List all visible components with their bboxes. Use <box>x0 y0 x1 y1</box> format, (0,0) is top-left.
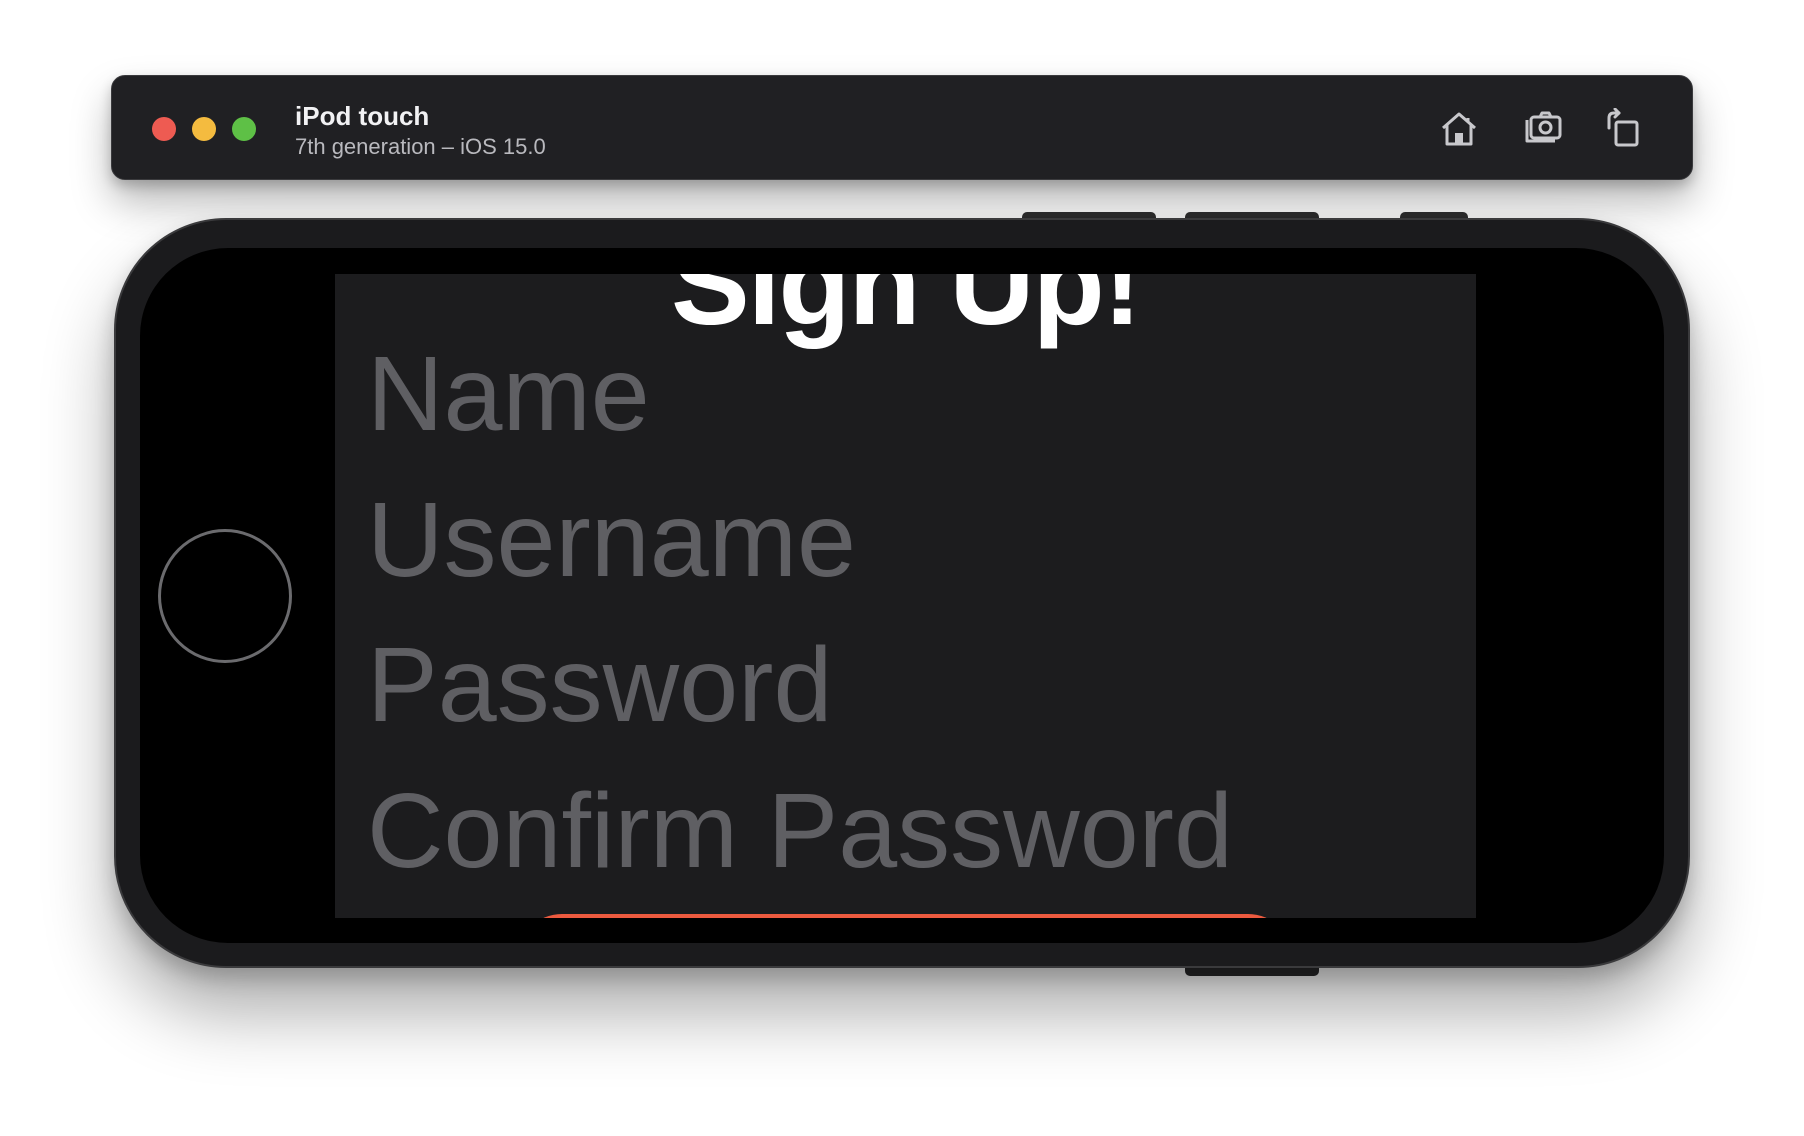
password-field[interactable] <box>367 625 1447 745</box>
username-field[interactable] <box>367 480 1447 600</box>
close-window-button[interactable] <box>152 117 176 141</box>
sign-up-button[interactable] <box>517 914 1293 918</box>
confirm-password-field[interactable] <box>367 771 1447 891</box>
device-home-button[interactable] <box>158 529 292 663</box>
device-name: iPod touch <box>295 101 430 131</box>
rotate-icon[interactable] <box>1599 106 1645 152</box>
zoom-window-button[interactable] <box>232 117 256 141</box>
home-icon[interactable] <box>1436 106 1482 152</box>
minimize-window-button[interactable] <box>192 117 216 141</box>
name-field[interactable] <box>367 334 1447 454</box>
simulator-stage: iPod touch 7th generation – iOS 15.0 Sig… <box>0 0 1804 1136</box>
screenshot-icon[interactable] <box>1519 106 1565 152</box>
device-subtitle: 7th generation – iOS 15.0 <box>295 134 546 159</box>
simulator-title-bar[interactable]: iPod touch 7th generation – iOS 15.0 <box>111 75 1693 180</box>
app-screen: Sign Up! <box>335 274 1476 918</box>
